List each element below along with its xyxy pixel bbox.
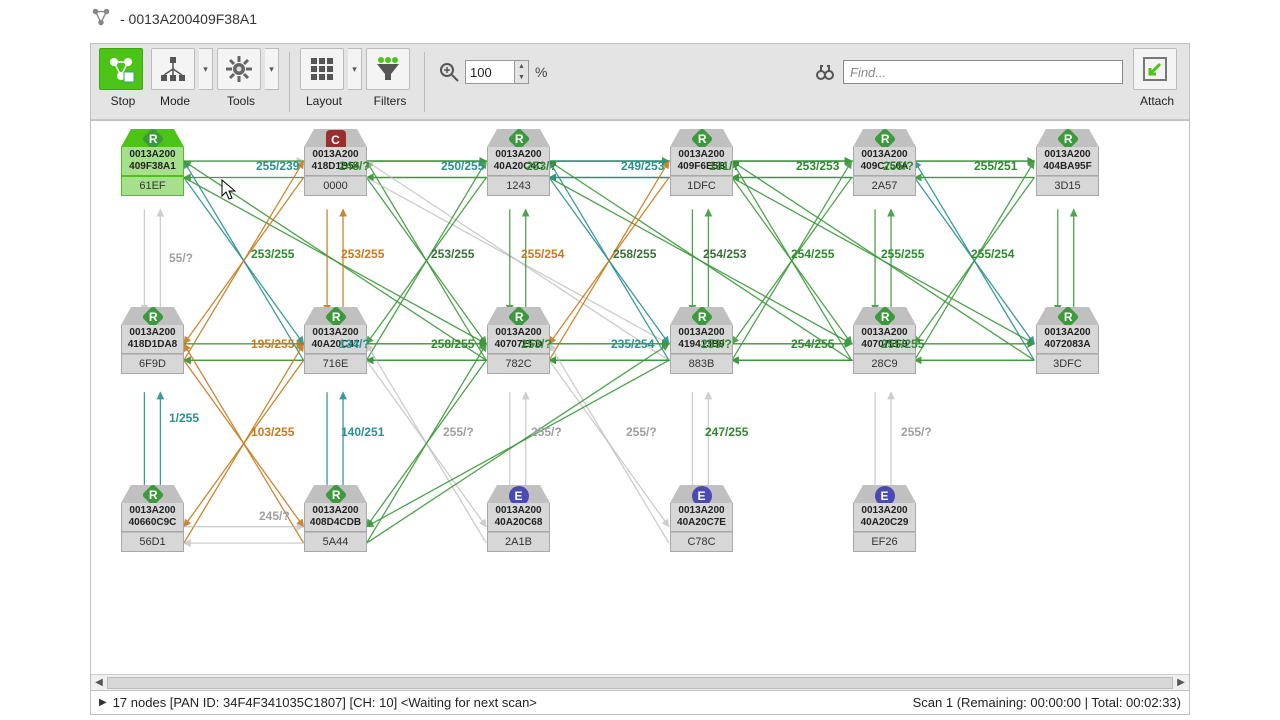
node-type-badge: R bbox=[873, 128, 896, 151]
tools-button[interactable]: Tools bbox=[217, 48, 265, 108]
network-icon bbox=[90, 6, 112, 31]
node-address: 0013A20040707EFD bbox=[487, 325, 550, 354]
status-bar: ▶ 17 nodes [PAN ID: 34F4F341035C1807] [CH… bbox=[90, 691, 1190, 715]
node-address: 0013A200404BA95F bbox=[1036, 147, 1099, 176]
find-input[interactable] bbox=[843, 60, 1123, 84]
network-node-2A57[interactable]: R0013A200409C750A2A57 bbox=[853, 129, 916, 196]
network-node-C78C[interactable]: E0013A20040A20C7EC78C bbox=[670, 485, 733, 552]
filters-button[interactable]: Filters bbox=[366, 48, 414, 108]
node-short-address: 1243 bbox=[487, 176, 550, 196]
node-type-badge: R bbox=[690, 128, 713, 151]
attach-button[interactable]: Attach bbox=[1133, 48, 1181, 108]
node-short-address: 883B bbox=[670, 354, 733, 374]
node-short-address: 5A44 bbox=[304, 532, 367, 552]
node-type-badge: R bbox=[1056, 128, 1079, 151]
network-node-883B[interactable]: R0013A200419413B9883B bbox=[670, 307, 733, 374]
node-type-badge: R bbox=[690, 306, 713, 329]
node-type-badge: R bbox=[141, 306, 164, 329]
node-type-badge: R bbox=[507, 306, 530, 329]
node-type-badge: R bbox=[1056, 306, 1079, 329]
node-address: 0013A2004072083A bbox=[1036, 325, 1099, 354]
node-short-address: 2A57 bbox=[853, 176, 916, 196]
node-address: 0013A20040A20C47 bbox=[304, 325, 367, 354]
node-short-address: 3D15 bbox=[1036, 176, 1099, 196]
network-node-1243[interactable]: R0013A20040A20C4C1243 bbox=[487, 129, 550, 196]
network-node-716E[interactable]: R0013A20040A20C47716E bbox=[304, 307, 367, 374]
node-short-address: 28C9 bbox=[853, 354, 916, 374]
node-address: 0013A200419413B9 bbox=[670, 325, 733, 354]
node-short-address: 0000 bbox=[304, 176, 367, 196]
binoculars-icon bbox=[815, 62, 835, 82]
node-short-address: 3DFC bbox=[1036, 354, 1099, 374]
page-title: - 0013A200409F38A1 bbox=[120, 11, 257, 27]
zoom-icon[interactable] bbox=[439, 62, 459, 82]
node-short-address: 716E bbox=[304, 354, 367, 374]
node-address: 0013A200409F6E5B bbox=[670, 147, 733, 176]
node-short-address: C78C bbox=[670, 532, 733, 552]
node-address: 0013A20040660C9C bbox=[121, 503, 184, 532]
node-address: 0013A200418D1B54 bbox=[304, 147, 367, 176]
node-address: 0013A200409F38A1 bbox=[121, 147, 184, 176]
status-right: Scan 1 (Remaining: 00:00:00 | Total: 00:… bbox=[913, 695, 1181, 710]
stop-button[interactable]: Stop bbox=[99, 48, 147, 108]
toolbar: Stop Mode ▾ Tools ▾ bbox=[91, 44, 1189, 120]
mode-dropdown[interactable]: ▾ bbox=[199, 48, 213, 90]
node-type-badge: R bbox=[141, 484, 164, 507]
node-type-badge: R bbox=[873, 306, 896, 329]
node-short-address: EF26 bbox=[853, 532, 916, 552]
zoom-spinner[interactable]: ▲▼ bbox=[515, 60, 529, 84]
network-node-1DFC[interactable]: R0013A200409F6E5B1DFC bbox=[670, 129, 733, 196]
mode-button[interactable]: Mode bbox=[151, 48, 199, 108]
network-canvas[interactable]: R0013A200409F38A161EFC0013A200418D1B5400… bbox=[90, 121, 1190, 691]
zoom-input[interactable]: 100 bbox=[465, 60, 515, 84]
network-node-EF26[interactable]: E0013A20040A20C29EF26 bbox=[853, 485, 916, 552]
horizontal-scrollbar[interactable]: ◀▶ bbox=[91, 674, 1189, 690]
node-short-address: 6F9D bbox=[121, 354, 184, 374]
node-address: 0013A200408D4CDB bbox=[304, 503, 367, 532]
tools-dropdown[interactable]: ▾ bbox=[265, 48, 279, 90]
network-node-5A44[interactable]: R0013A200408D4CDB5A44 bbox=[304, 485, 367, 552]
node-short-address: 2A1B bbox=[487, 532, 550, 552]
network-node-3D15[interactable]: R0013A200404BA95F3D15 bbox=[1036, 129, 1099, 196]
node-address: 0013A20040707EF9 bbox=[853, 325, 916, 354]
network-node-0000[interactable]: C0013A200418D1B540000 bbox=[304, 129, 367, 196]
node-address: 0013A200418D1DA8 bbox=[121, 325, 184, 354]
node-address: 0013A20040A20C29 bbox=[853, 503, 916, 532]
layout-button[interactable]: Layout bbox=[300, 48, 348, 108]
node-short-address: 56D1 bbox=[121, 532, 184, 552]
node-short-address: 782C bbox=[487, 354, 550, 374]
network-node-3DFC[interactable]: R0013A2004072083A3DFC bbox=[1036, 307, 1099, 374]
network-node-28C9[interactable]: R0013A20040707EF928C9 bbox=[853, 307, 916, 374]
network-node-2A1B[interactable]: E0013A20040A20C682A1B bbox=[487, 485, 550, 552]
node-address: 0013A20040A20C7E bbox=[670, 503, 733, 532]
play-icon: ▶ bbox=[99, 697, 107, 708]
node-type-badge: R bbox=[324, 306, 347, 329]
network-node-56D1[interactable]: R0013A20040660C9C56D1 bbox=[121, 485, 184, 552]
node-type-badge: R bbox=[141, 128, 164, 151]
node-address: 0013A20040A20C4C bbox=[487, 147, 550, 176]
network-node-782C[interactable]: R0013A20040707EFD782C bbox=[487, 307, 550, 374]
node-short-address: 61EF bbox=[121, 176, 184, 196]
status-left: 17 nodes [PAN ID: 34F4F341035C1807] [CH:… bbox=[113, 695, 537, 710]
node-short-address: 1DFC bbox=[670, 176, 733, 196]
node-type-badge: R bbox=[324, 484, 347, 507]
network-node-6F9D[interactable]: R0013A200418D1DA86F9D bbox=[121, 307, 184, 374]
node-type-badge: R bbox=[507, 128, 530, 151]
node-address: 0013A200409C750A bbox=[853, 147, 916, 176]
node-address: 0013A20040A20C68 bbox=[487, 503, 550, 532]
layout-dropdown[interactable]: ▾ bbox=[348, 48, 362, 90]
network-node-61EF[interactable]: R0013A200409F38A161EF bbox=[121, 129, 184, 196]
